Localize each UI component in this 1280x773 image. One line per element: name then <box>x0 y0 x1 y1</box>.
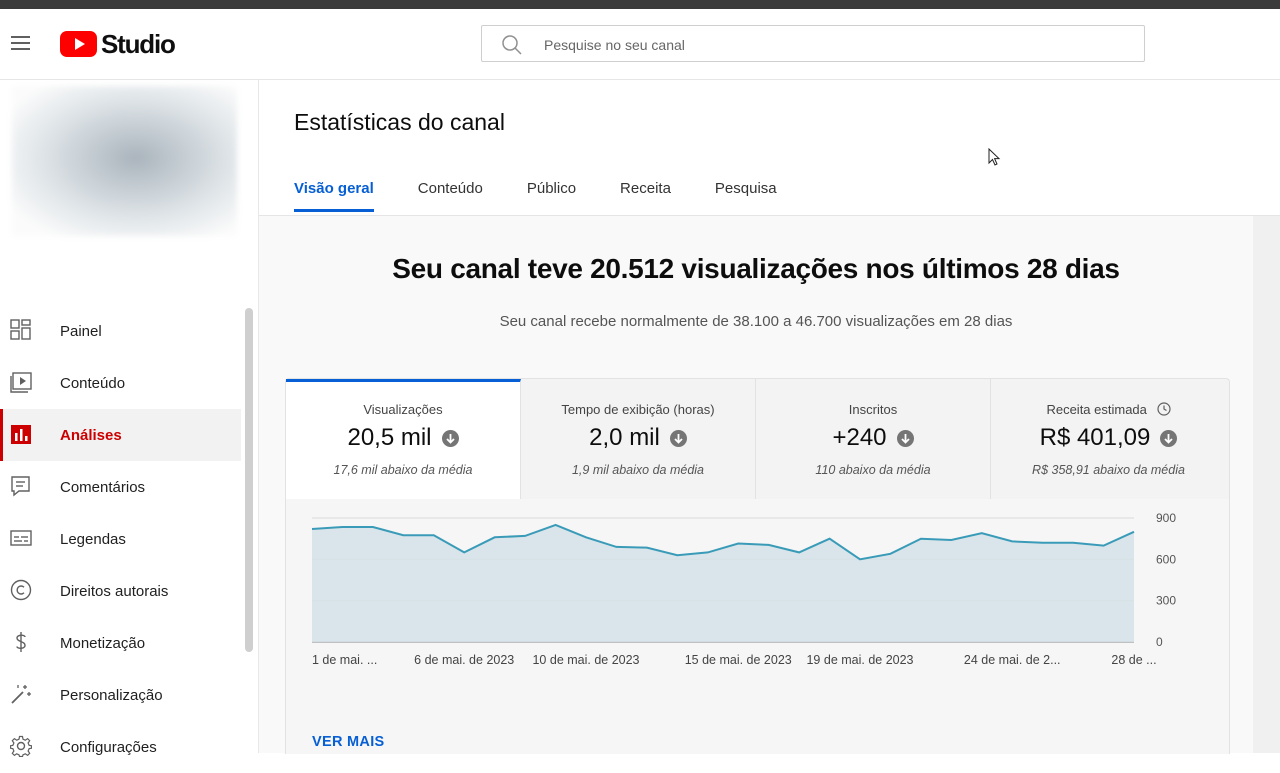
metric-value: 2,0 mil <box>589 424 660 451</box>
sidebar-item-direitos-autorais[interactable]: Direitos autorais <box>0 565 241 617</box>
down-arrow-icon <box>441 429 459 447</box>
tab-visao-geral[interactable]: Visão geral <box>294 180 374 212</box>
analytics-icon <box>11 425 31 444</box>
sidebar: Painel Conteúdo Análises Comentários Leg… <box>0 80 259 757</box>
x-tick-label: 24 de mai. de 2... <box>964 653 1061 667</box>
sidebar-item-label: Conteúdo <box>60 374 126 392</box>
metric-tabs: Visualizações 20,5 mil 17,6 mil abaixo d… <box>286 379 1229 499</box>
x-tick-label: 15 de mai. de 2023 <box>685 653 792 667</box>
views-line-chart[interactable]: 0 300 600 900 1 de mai. ... 6 de mai. de 2023… <box>286 499 1229 729</box>
metric-comparison: R$ 358,91 abaixo da média <box>1032 463 1185 477</box>
metric-comparison: 110 abaixo da média <box>815 463 931 477</box>
search-icon[interactable] <box>501 34 523 56</box>
sidebar-item-personalizacao[interactable]: Personalização <box>0 669 241 721</box>
views-typical-range: Seu canal recebe normalmente de 38.100 a… <box>499 313 1013 330</box>
search-input[interactable] <box>542 33 1126 57</box>
sidebar-item-comentarios[interactable]: Comentários <box>0 461 241 513</box>
copyright-icon <box>10 579 32 601</box>
metric-label: Visualizações <box>363 402 443 417</box>
x-tick-label: 10 de mai. de 2023 <box>532 653 639 667</box>
metric-tab-revenue[interactable]: Receita estimada R$ 401,09 R$ 358,91 aba… <box>991 379 1226 499</box>
settings-icon <box>10 735 32 757</box>
sidebar-item-configuracoes[interactable]: Configurações <box>0 721 241 773</box>
metric-comparison: 1,9 mil abaixo da média <box>571 463 705 477</box>
page-header: Estatísticas do canal Visão geral Conteú… <box>259 80 1280 216</box>
sidebar-scrollbar[interactable] <box>245 308 253 652</box>
mouse-cursor-icon <box>988 148 1001 166</box>
metric-comparison: 17,6 mil abaixo da média <box>333 463 473 477</box>
customization-icon <box>11 685 31 704</box>
sidebar-item-label: Painel <box>60 322 102 340</box>
right-panel-edge <box>1253 216 1280 753</box>
see-more-link[interactable]: VER MAIS <box>312 734 385 750</box>
metric-value-wrap: 20,5 mil <box>286 424 520 452</box>
tab-publico[interactable]: Público <box>527 180 576 211</box>
metric-label: Receita estimada <box>1046 402 1147 417</box>
metric-value: +240 <box>832 424 887 451</box>
y-tick-label: 0 <box>1156 635 1163 649</box>
sidebar-item-label: Análises <box>60 426 122 444</box>
page-title: Estatísticas do canal <box>294 109 505 135</box>
chart-area: 0 300 600 900 1 de mai. ... 6 de mai. de 2023… <box>286 499 1229 754</box>
metric-label: Inscritos <box>848 402 898 417</box>
down-arrow-icon <box>669 429 687 447</box>
metric-value-wrap: +240 <box>756 424 990 452</box>
youtube-play-icon <box>60 31 97 57</box>
sidebar-item-analises[interactable]: Análises <box>0 409 241 461</box>
dashboard-icon <box>10 319 31 340</box>
metric-value: R$ 401,09 <box>1039 424 1151 451</box>
x-tick-label: 28 de ... <box>1111 653 1156 667</box>
logo-text: Studio <box>101 28 176 59</box>
metric-tab-views[interactable]: Visualizações 20,5 mil 17,6 mil abaixo d… <box>286 379 521 499</box>
x-tick-label: 19 de mai. de 2023 <box>806 653 913 667</box>
sidebar-item-legendas[interactable]: Legendas <box>0 513 241 565</box>
metric-value-wrap: 2,0 mil <box>521 424 755 452</box>
metrics-card: Visualizações 20,5 mil 17,6 mil abaixo d… <box>285 378 1230 754</box>
top-header: Studio <box>0 9 1280 80</box>
tab-pesquisa[interactable]: Pesquisa <box>715 180 777 211</box>
window-top-strip <box>0 0 1280 9</box>
sidebar-item-label: Direitos autorais <box>60 582 169 600</box>
y-tick-label: 600 <box>1156 552 1176 566</box>
search-box[interactable] <box>481 25 1145 62</box>
comments-icon <box>11 476 30 497</box>
subtitles-icon <box>10 530 32 546</box>
sidebar-item-conteudo[interactable]: Conteúdo <box>0 357 241 409</box>
sidebar-item-label: Personalização <box>60 686 163 704</box>
sidebar-nav: Painel Conteúdo Análises Comentários Leg… <box>0 305 241 773</box>
content-icon <box>10 372 32 393</box>
tab-conteudo[interactable]: Conteúdo <box>418 180 483 211</box>
hamburger-menu-icon[interactable] <box>8 29 36 57</box>
views-headline: Seu canal teve 20.512 visualizações nos … <box>392 253 1120 284</box>
metric-value: 20,5 mil <box>347 424 432 451</box>
metric-tab-watch-time[interactable]: Tempo de exibição (horas) 2,0 mil 1,9 mi… <box>521 379 756 499</box>
down-arrow-icon <box>896 429 914 447</box>
metric-label-wrap: Receita estimada <box>991 402 1226 417</box>
youtube-studio-logo[interactable]: Studio <box>60 28 176 59</box>
channel-avatar-blurred <box>12 86 237 236</box>
monetization-icon <box>16 632 26 652</box>
metric-label: Tempo de exibição (horas) <box>561 402 715 417</box>
metric-value-wrap: R$ 401,09 <box>991 424 1226 452</box>
tab-bar: Visão geral Conteúdo Público Receita Pes… <box>294 180 821 212</box>
sidebar-item-label: Monetização <box>60 634 146 652</box>
sidebar-item-monetizacao[interactable]: Monetização <box>0 617 241 669</box>
sidebar-item-label: Legendas <box>60 530 126 548</box>
tab-receita[interactable]: Receita <box>620 180 671 211</box>
y-tick-label: 900 <box>1156 511 1176 525</box>
x-tick-label: 6 de mai. de 2023 <box>414 653 514 667</box>
metric-tab-subscribers[interactable]: Inscritos +240 110 abaixo da média <box>756 379 991 499</box>
y-tick-label: 300 <box>1156 594 1176 608</box>
sidebar-item-painel[interactable]: Painel <box>0 305 241 357</box>
sidebar-item-label: Comentários <box>60 478 146 496</box>
down-arrow-icon <box>1160 429 1178 447</box>
x-tick-label: 1 de mai. ... <box>312 653 377 667</box>
main-content: Estatísticas do canal Visão geral Conteú… <box>259 80 1280 754</box>
clock-icon[interactable] <box>1156 402 1171 416</box>
